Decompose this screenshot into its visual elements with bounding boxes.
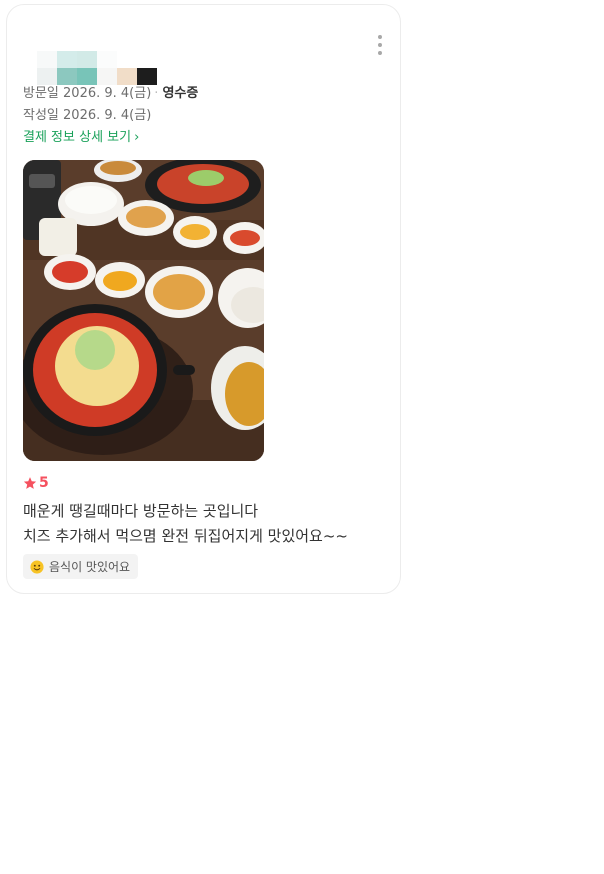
more-dot <box>378 51 382 55</box>
star-icon <box>23 477 37 489</box>
visit-info: 방문일 2026. 9. 4(금) · 영수증 <box>23 85 198 103</box>
payment-detail-label: 결제 정보 상세 보기 <box>23 130 132 145</box>
written-label: 작성일 <box>23 108 59 123</box>
review-card: 방문일 2026. 9. 4(금) · 영수증 작성일 2026. 9. 4(금) … <box>6 4 401 594</box>
written-date: 2026. 9. 4(금) <box>63 108 152 123</box>
visit-label: 방문일 <box>23 86 59 101</box>
separator: · <box>154 86 159 101</box>
rating: 5 <box>23 475 49 491</box>
chevron-right-icon: › <box>134 130 140 145</box>
more-dot <box>378 35 382 39</box>
blurred-profile <box>37 51 167 87</box>
smiley-emoji-icon <box>30 559 44 574</box>
more-options-button[interactable] <box>375 35 385 55</box>
receipt-badge: 영수증 <box>162 86 199 101</box>
more-dot <box>378 43 382 47</box>
review-line: 매운게 땡길때마다 방문하는 곳입니다 <box>23 502 259 520</box>
tag-label: 음식이 맛있어요 <box>49 560 131 574</box>
keyword-tag: 음식이 맛있어요 <box>23 554 139 579</box>
payment-detail-link[interactable]: 결제 정보 상세 보기 › <box>23 129 139 147</box>
review-photo[interactable] <box>23 160 264 461</box>
written-info: 작성일 2026. 9. 4(금) <box>23 107 151 125</box>
review-text: 매운게 땡길때마다 방문하는 곳입니다 치즈 추가해서 먹으몀 완전 뒤집어지게… <box>23 499 393 549</box>
review-line: 치즈 추가해서 먹으몀 완전 뒤집어지게 맛있어요~~ <box>23 527 348 545</box>
food-photo-illustration <box>23 160 264 461</box>
visit-date: 2026. 9. 4(금) <box>63 86 152 101</box>
rating-value: 5 <box>39 475 49 491</box>
